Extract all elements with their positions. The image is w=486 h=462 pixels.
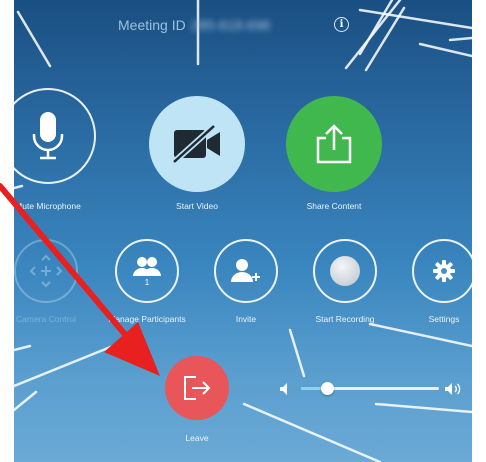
camera-control-label: Camera Control	[16, 314, 76, 324]
invite-button-circle[interactable]	[214, 239, 278, 303]
meeting-id-label: Meeting ID	[118, 17, 186, 33]
volume-high-icon[interactable]	[445, 382, 463, 396]
camera-control-icon	[29, 254, 63, 288]
participants-icon	[133, 256, 161, 276]
volume-slider-track[interactable]	[301, 382, 439, 395]
video-off-icon	[171, 124, 220, 164]
start-recording-button-circle[interactable]	[313, 239, 377, 303]
mute-microphone-label: Mute Microphone	[15, 201, 81, 211]
leave-button-circle[interactable]	[165, 356, 229, 420]
start-recording-label: Start Recording	[315, 314, 375, 324]
info-icon[interactable]: i	[334, 17, 349, 32]
manage-participants-button-circle[interactable]: 1	[115, 239, 179, 303]
participants-count-badge: 1	[144, 277, 150, 287]
add-user-icon	[231, 259, 260, 282]
gear-icon	[433, 260, 455, 282]
start-video-label: Start Video	[176, 201, 218, 211]
background-decoration	[14, 0, 472, 462]
manage-participants-label: Manage Participants	[108, 314, 186, 324]
meeting-id-value: 285-618-696	[191, 17, 271, 33]
camera-control-button-circle[interactable]	[14, 239, 78, 303]
volume-low-icon[interactable]	[280, 383, 290, 395]
microphone-icon	[32, 112, 64, 160]
settings-label: Settings	[428, 314, 460, 324]
leave-label: Leave	[185, 433, 209, 443]
share-content-button-circle[interactable]	[286, 96, 382, 192]
start-video-button-circle[interactable]	[149, 96, 245, 192]
settings-button-circle[interactable]	[412, 239, 472, 303]
volume-slider-handle[interactable]	[320, 382, 334, 395]
zoom-rooms-controller-screen: Meeting ID 285-618-696 i Mute Microphone…	[14, 0, 472, 462]
share-content-label: Share Content	[306, 201, 362, 211]
leave-icon	[184, 376, 211, 400]
share-upload-icon	[316, 124, 352, 164]
invite-label: Invite	[235, 314, 257, 324]
record-icon	[330, 256, 360, 286]
